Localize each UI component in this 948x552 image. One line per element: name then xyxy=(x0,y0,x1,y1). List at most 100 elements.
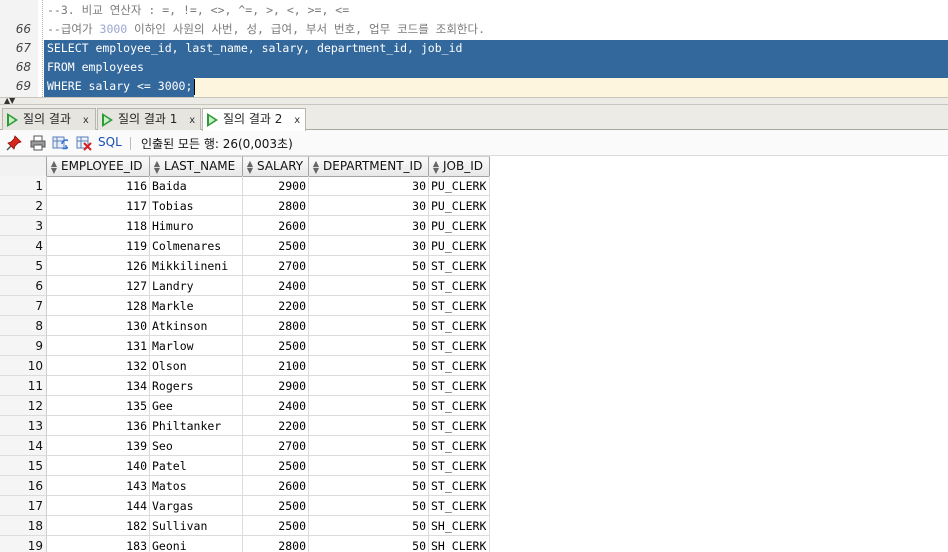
row-number[interactable]: 4 xyxy=(0,236,47,256)
cell-department-id[interactable]: 50 xyxy=(309,316,429,336)
cell-last-name[interactable]: Vargas xyxy=(150,496,243,516)
cell-last-name[interactable]: Himuro xyxy=(150,216,243,236)
cell-job-id[interactable]: ST_CLERK xyxy=(429,416,490,436)
cell-salary[interactable]: 2700 xyxy=(243,436,309,456)
row-number[interactable]: 7 xyxy=(0,296,47,316)
cell-department-id[interactable]: 50 xyxy=(309,356,429,376)
row-number[interactable]: 8 xyxy=(0,316,47,336)
cell-salary[interactable]: 2900 xyxy=(243,376,309,396)
cell-last-name[interactable]: Patel xyxy=(150,456,243,476)
row-number[interactable]: 10 xyxy=(0,356,47,376)
cell-salary[interactable]: 2500 xyxy=(243,336,309,356)
cell-department-id[interactable]: 50 xyxy=(309,256,429,276)
cell-salary[interactable]: 2500 xyxy=(243,456,309,476)
cell-salary[interactable]: 2600 xyxy=(243,476,309,496)
cell-employee-id[interactable]: 132 xyxy=(47,356,150,376)
cell-employee-id[interactable]: 183 xyxy=(47,536,150,552)
tab-query-result-1[interactable]: 질의 결과 1 x xyxy=(97,108,201,130)
cell-job-id[interactable]: SH_CLERK xyxy=(429,516,490,536)
table-row[interactable]: 19 183 Geoni 2800 50 SH_CLERK xyxy=(0,536,490,552)
cell-employee-id[interactable]: 143 xyxy=(47,476,150,496)
cell-last-name[interactable]: Philtanker xyxy=(150,416,243,436)
column-header-job-id[interactable]: ▲ ▼ JOB_ID xyxy=(429,156,490,177)
cell-department-id[interactable]: 30 xyxy=(309,216,429,236)
cell-department-id[interactable]: 30 xyxy=(309,196,429,216)
table-row[interactable]: 13 136 Philtanker 2200 50 ST_CLERK xyxy=(0,416,490,436)
column-header-employee-id[interactable]: ▲ ▼ EMPLOYEE_ID xyxy=(47,156,150,177)
cell-last-name[interactable]: Atkinson xyxy=(150,316,243,336)
sort-icon[interactable]: ▲ ▼ xyxy=(432,159,440,174)
table-row[interactable]: 18 182 Sullivan 2500 50 SH_CLERK xyxy=(0,516,490,536)
cell-last-name[interactable]: Sullivan xyxy=(150,516,243,536)
refresh-icon[interactable] xyxy=(52,135,68,151)
cell-employee-id[interactable]: 131 xyxy=(47,336,150,356)
cell-last-name[interactable]: Landry xyxy=(150,276,243,296)
pane-splitter[interactable]: ▲▼ xyxy=(0,97,948,105)
cell-employee-id[interactable]: 127 xyxy=(47,276,150,296)
cell-job-id[interactable]: SH_CLERK xyxy=(429,536,490,552)
cell-employee-id[interactable]: 116 xyxy=(47,176,150,196)
cell-last-name[interactable]: Geoni xyxy=(150,536,243,552)
code-line[interactable]: 67 --급여가 3000 이하인 사원의 사번, 성, 급여, 부서 번호, … xyxy=(0,20,948,55)
cell-job-id[interactable]: PU_CLERK xyxy=(429,236,490,256)
sql-editor[interactable]: 66 --3. 비교 연산자 : =, !=, <>, ^=, >, <, >=… xyxy=(0,0,948,97)
cell-last-name[interactable]: Rogers xyxy=(150,376,243,396)
cell-department-id[interactable]: 50 xyxy=(309,276,429,296)
cell-last-name[interactable]: Colmenares xyxy=(150,236,243,256)
cell-department-id[interactable]: 50 xyxy=(309,376,429,396)
cell-job-id[interactable]: ST_CLERK xyxy=(429,336,490,356)
cell-job-id[interactable]: PU_CLERK xyxy=(429,216,490,236)
column-header-salary[interactable]: ▲ ▼ SALARY xyxy=(243,156,309,177)
row-number[interactable]: 3 xyxy=(0,216,47,236)
row-number[interactable]: 16 xyxy=(0,476,47,496)
cell-salary[interactable]: 2200 xyxy=(243,296,309,316)
cell-salary[interactable]: 2500 xyxy=(243,236,309,256)
cell-employee-id[interactable]: 126 xyxy=(47,256,150,276)
cell-employee-id[interactable]: 128 xyxy=(47,296,150,316)
column-header-last-name[interactable]: ▲ ▼ LAST_NAME xyxy=(150,156,243,177)
cell-department-id[interactable]: 50 xyxy=(309,496,429,516)
pin-icon[interactable] xyxy=(6,135,22,151)
cell-employee-id[interactable]: 136 xyxy=(47,416,150,436)
row-number[interactable]: 12 xyxy=(0,396,47,416)
cell-department-id[interactable]: 50 xyxy=(309,296,429,316)
cell-department-id[interactable]: 50 xyxy=(309,416,429,436)
cell-last-name[interactable]: Baida xyxy=(150,176,243,196)
cell-job-id[interactable]: ST_CLERK xyxy=(429,456,490,476)
cell-job-id[interactable]: ST_CLERK xyxy=(429,316,490,336)
row-number[interactable]: 2 xyxy=(0,196,47,216)
cell-job-id[interactable]: PU_CLERK xyxy=(429,196,490,216)
cell-salary[interactable]: 2900 xyxy=(243,176,309,196)
table-row[interactable]: 15 140 Patel 2500 50 ST_CLERK xyxy=(0,456,490,476)
cell-last-name[interactable]: Marlow xyxy=(150,336,243,356)
sql-button[interactable]: SQL xyxy=(98,135,122,149)
cell-employee-id[interactable]: 144 xyxy=(47,496,150,516)
cell-department-id[interactable]: 30 xyxy=(309,176,429,196)
cell-employee-id[interactable]: 130 xyxy=(47,316,150,336)
cell-salary[interactable]: 2600 xyxy=(243,216,309,236)
cell-employee-id[interactable]: 134 xyxy=(47,376,150,396)
table-row[interactable]: 11 134 Rogers 2900 50 ST_CLERK xyxy=(0,376,490,396)
row-number[interactable]: 15 xyxy=(0,456,47,476)
cell-department-id[interactable]: 50 xyxy=(309,436,429,456)
cell-employee-id[interactable]: 119 xyxy=(47,236,150,256)
cell-last-name[interactable]: Matos xyxy=(150,476,243,496)
close-icon[interactable]: x xyxy=(83,110,89,131)
result-grid[interactable]: ▲ ▼ EMPLOYEE_ID ▲ ▼ LAST_NAME ▲ ▼ SALARY ▲ ▼ DEP… xyxy=(0,156,948,552)
sort-icon[interactable]: ▲ ▼ xyxy=(50,159,58,174)
row-number[interactable]: 5 xyxy=(0,256,47,276)
cell-job-id[interactable]: PU_CLERK xyxy=(429,176,490,196)
cell-employee-id[interactable]: 117 xyxy=(47,196,150,216)
cell-job-id[interactable]: ST_CLERK xyxy=(429,476,490,496)
cell-employee-id[interactable]: 135 xyxy=(47,396,150,416)
cell-last-name[interactable]: Seo xyxy=(150,436,243,456)
cell-salary[interactable]: 2800 xyxy=(243,316,309,336)
code-line[interactable]: 70 WHERE salary <= 3000; xyxy=(0,77,948,96)
cell-last-name[interactable]: Tobias xyxy=(150,196,243,216)
cell-employee-id[interactable]: 182 xyxy=(47,516,150,536)
close-icon[interactable]: x xyxy=(294,110,300,131)
code-line[interactable]: 66 --3. 비교 연산자 : =, !=, <>, ^=, >, <, >=… xyxy=(0,1,948,36)
row-number[interactable]: 1 xyxy=(0,176,47,196)
table-row[interactable]: 14 139 Seo 2700 50 ST_CLERK xyxy=(0,436,490,456)
sort-icon[interactable]: ▲ ▼ xyxy=(312,159,320,174)
